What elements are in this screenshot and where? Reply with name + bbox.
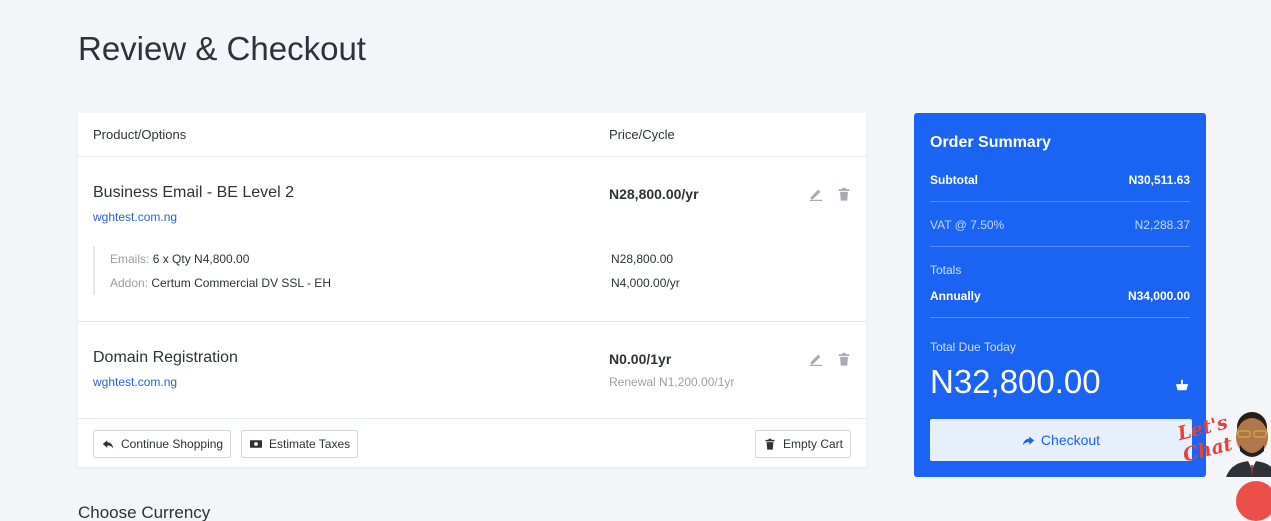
vat-value: N2,288.37 bbox=[1134, 218, 1190, 232]
item-renewal: Renewal N1,200.00/1yr bbox=[609, 375, 735, 389]
column-header-product: Product/Options bbox=[93, 127, 187, 142]
cart-header: Product/Options Price/Cycle bbox=[78, 113, 866, 157]
option-label: Emails: bbox=[110, 252, 150, 266]
reply-arrow-icon bbox=[102, 440, 114, 449]
empty-cart-label: Empty Cart bbox=[783, 437, 844, 451]
option-row: Emails: 6 x Qty N4,800.00 bbox=[110, 252, 249, 266]
order-summary-title: Order Summary bbox=[930, 134, 1051, 151]
option-value: Certum Commercial DV SSL - EH bbox=[151, 276, 331, 290]
annually-value: N34,000.00 bbox=[1127, 289, 1190, 303]
trash-icon[interactable] bbox=[837, 187, 851, 201]
money-bill-icon bbox=[250, 440, 262, 448]
divider bbox=[930, 201, 1190, 202]
estimate-taxes-label: Estimate Taxes bbox=[269, 437, 351, 451]
checkout-label: Checkout bbox=[1040, 432, 1101, 448]
option-value: 6 x Qty N4,800.00 bbox=[152, 252, 250, 266]
total-due-value: N32,800.00 bbox=[930, 363, 1101, 400]
totals-label: Totals bbox=[930, 263, 962, 277]
item-domain-link[interactable]: wghtest.com.ng bbox=[93, 375, 177, 389]
item-price: N0.00/1yr bbox=[609, 351, 672, 367]
vat-label: VAT @ 7.50% bbox=[930, 218, 1005, 232]
divider bbox=[930, 246, 1190, 247]
page-title: Review & Checkout bbox=[78, 30, 366, 67]
cart-item: Business Email - BE Level 2 wghtest.com.… bbox=[78, 157, 866, 322]
column-header-price: Price/Cycle bbox=[609, 127, 675, 142]
item-options: Emails: 6 x Qty N4,800.00 N28,800.00 Add… bbox=[93, 246, 793, 295]
order-summary-panel: Order Summary Subtotal N30,511.63 VAT @ … bbox=[914, 113, 1206, 477]
cart-footer: Continue Shopping Estimate Taxes Empty C… bbox=[78, 420, 866, 467]
empty-cart-button[interactable]: Empty Cart bbox=[755, 430, 852, 458]
item-price: N28,800.00/yr bbox=[609, 186, 699, 202]
chat-widget[interactable]: Let's Chat bbox=[1175, 405, 1271, 521]
subtotal-row: Subtotal N30,511.63 bbox=[930, 173, 1190, 187]
continue-shopping-button[interactable]: Continue Shopping bbox=[93, 430, 232, 458]
subtotal-label: Subtotal bbox=[930, 173, 978, 187]
option-price: N28,800.00 bbox=[611, 252, 674, 266]
annually-label: Annually bbox=[930, 289, 981, 303]
trash-icon bbox=[765, 438, 775, 450]
annually-row: Annually N34,000.00 bbox=[930, 289, 1190, 303]
checkout-button[interactable]: Checkout bbox=[930, 419, 1192, 461]
total-due-label: Total Due Today bbox=[930, 340, 1016, 354]
item-name: Domain Registration bbox=[93, 349, 238, 366]
item-domain-link[interactable]: wghtest.com.ng bbox=[93, 210, 177, 224]
share-arrow-icon bbox=[1022, 435, 1035, 445]
cart-table: Product/Options Price/Cycle Business Ema… bbox=[78, 113, 866, 467]
choose-currency-title: Choose Currency bbox=[78, 503, 211, 521]
subtotal-value: N30,511.63 bbox=[1128, 173, 1190, 187]
item-name: Business Email - BE Level 2 bbox=[93, 184, 294, 201]
option-price: N4,000.00/yr bbox=[611, 276, 680, 290]
continue-shopping-label: Continue Shopping bbox=[121, 437, 224, 451]
estimate-taxes-button[interactable]: Estimate Taxes bbox=[241, 430, 359, 458]
cart-item: Domain Registration wghtest.com.ng N0.00… bbox=[78, 322, 866, 419]
option-label: Addon: bbox=[110, 276, 149, 290]
divider bbox=[930, 317, 1190, 318]
pencil-icon[interactable] bbox=[809, 352, 823, 366]
chat-bubble-button[interactable] bbox=[1236, 481, 1271, 521]
chat-avatar-icon bbox=[1226, 412, 1271, 477]
vat-row: VAT @ 7.50% N2,288.37 bbox=[930, 218, 1190, 232]
pencil-icon[interactable] bbox=[809, 187, 823, 201]
option-row: Addon: Certum Commercial DV SSL - EH bbox=[110, 276, 331, 290]
trash-icon[interactable] bbox=[837, 352, 851, 366]
basket-icon bbox=[1175, 378, 1189, 392]
